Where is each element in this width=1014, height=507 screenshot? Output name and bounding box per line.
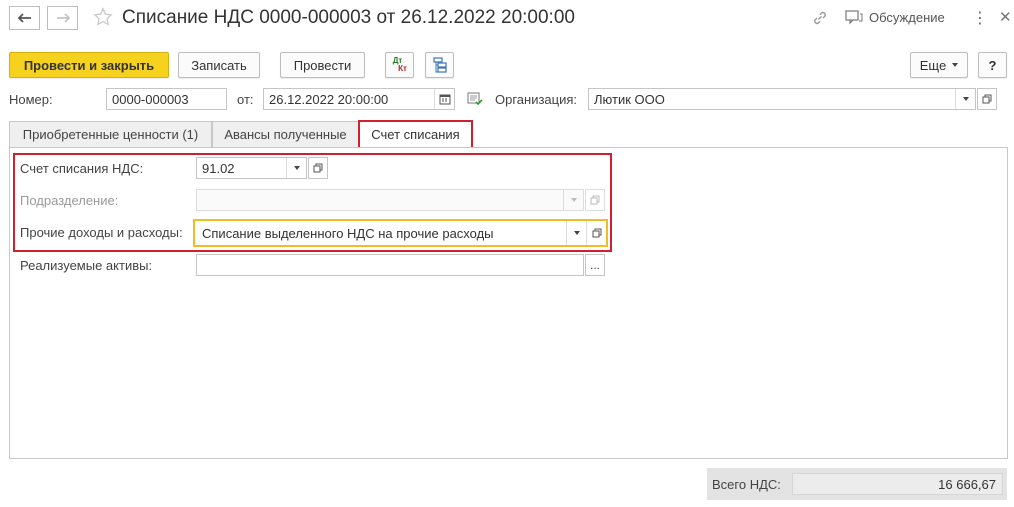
chevron-down-icon[interactable] [563,190,583,210]
vat-account-value: 91.02 [202,160,235,176]
post-button[interactable]: Провести [280,52,365,78]
division-field[interactable] [196,189,584,211]
vat-account-field[interactable]: 91.02 [196,157,307,179]
total-vat-field: 16 666,67 [792,473,1003,495]
vat-account-label: Счет списания НДС: [20,161,144,176]
assets-label: Реализуемые активы: [20,258,153,273]
calendar-icon[interactable] [434,89,454,109]
dtkt-icon: Дт Кт [392,56,407,73]
division-label: Подразделение: [20,193,119,208]
hierarchy-icon [432,57,447,73]
other-income-expense-value: Списание выделенного НДС на прочие расхо… [202,225,494,241]
dtkt-button[interactable]: Дт Кт [385,52,414,78]
document-status-icon [467,92,483,109]
link-icon[interactable] [812,10,828,26]
assets-field[interactable] [196,254,584,276]
page-title: Списание НДС 0000-000003 от 26.12.2022 2… [122,7,575,28]
discussion-label: Обсуждение [869,9,945,25]
assets-select-button[interactable]: ... [585,254,605,276]
more-vert-icon[interactable]: ⋮ [972,8,988,28]
org-label: Организация: [495,92,578,107]
discussion-icon [845,10,863,25]
total-vat-label: Всего НДС: [712,477,781,492]
favorite-star-icon[interactable] [93,7,113,30]
number-value: 0000-000003 [112,91,189,107]
tab-acquired-values[interactable]: Приобретенные ценности (1) [9,121,212,147]
arrow-right-icon [56,13,70,23]
post-and-close-button[interactable]: Провести и закрыть [9,52,169,78]
other-income-expense-field[interactable]: Списание выделенного НДС на прочие расхо… [193,219,608,247]
arrow-left-icon [17,13,31,23]
date-value: 26.12.2022 20:00:00 [269,91,389,107]
chevron-down-icon[interactable] [566,221,586,245]
open-icon[interactable] [586,221,606,245]
open-icon[interactable] [977,88,997,110]
org-field[interactable]: Лютик ООО [588,88,976,110]
save-button[interactable]: Записать [178,52,260,78]
chevron-down-icon[interactable] [286,158,306,178]
open-icon[interactable] [585,189,605,211]
structure-button[interactable] [425,52,454,78]
date-field[interactable]: 26.12.2022 20:00:00 [263,88,455,110]
tab-writeoff-account[interactable]: Счет списания [358,120,473,149]
more-button[interactable]: Еще [910,52,968,78]
other-income-expense-label: Прочие доходы и расходы: [20,225,183,240]
tab-advances-received[interactable]: Авансы полученные [212,121,359,147]
number-field[interactable]: 0000-000003 [106,88,227,110]
chevron-down-icon[interactable] [955,89,975,109]
date-label: от: [237,92,254,107]
discussion-button[interactable]: Обсуждение [845,9,945,25]
chevron-down-icon [952,63,959,67]
total-vat-value: 16 666,67 [938,476,996,492]
number-label: Номер: [9,92,53,107]
open-icon[interactable] [308,157,328,179]
org-value: Лютик ООО [594,91,665,107]
forward-button[interactable] [47,6,78,30]
more-label: Еще [919,57,947,73]
close-icon[interactable]: ✕ [999,8,1012,26]
help-button[interactable]: ? [978,52,1007,78]
back-button[interactable] [9,6,40,30]
